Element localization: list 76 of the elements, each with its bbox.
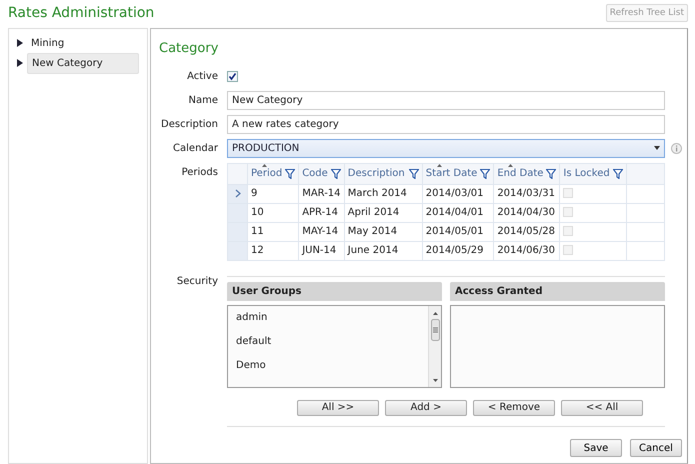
column-header[interactable]: Description	[344, 163, 422, 184]
table-cell: MAR-14	[298, 184, 344, 203]
field-label: Active	[186, 70, 218, 84]
transfer-button[interactable]: < Remove	[473, 400, 555, 416]
field-label: Description	[160, 118, 218, 132]
cancel-button[interactable]: Cancel	[630, 439, 682, 457]
column-header[interactable]: Code	[298, 163, 344, 184]
filter-icon[interactable]	[612, 168, 623, 178]
list-item[interactable]: Demo	[236, 358, 420, 382]
column-header[interactable]: Start Date	[422, 163, 494, 184]
list-header: Access Granted	[450, 282, 665, 300]
table-cell: 2014/05/28	[494, 222, 560, 241]
locked-checkbox[interactable]	[563, 245, 574, 256]
field-label: Security	[176, 276, 218, 288]
table-cell: 2014/06/30	[494, 241, 560, 260]
list-item[interactable]: default	[236, 334, 420, 358]
locked-checkbox[interactable]	[563, 226, 574, 236]
list-item[interactable]: admin	[236, 310, 420, 334]
scrollbar[interactable]	[428, 306, 441, 386]
locked-checkbox[interactable]	[563, 207, 574, 218]
table-cell: 2014/04/30	[494, 203, 560, 222]
sort-caret-icon	[508, 164, 514, 166]
filter-icon[interactable]	[480, 168, 490, 178]
description-field[interactable]: A new rates category	[227, 114, 665, 134]
table-cell: APR-14	[298, 203, 344, 222]
locked-checkbox[interactable]	[563, 188, 574, 198]
row-header[interactable]	[228, 184, 248, 203]
table-cell: April 2014	[344, 203, 422, 222]
table-cell: 2014/03/01	[422, 184, 494, 203]
column-header[interactable]: End Date	[494, 163, 560, 184]
window-title: Rates Administration	[8, 4, 154, 22]
table-cell: 12	[248, 241, 299, 260]
list-box[interactable]: admin default Demo	[227, 304, 442, 388]
filter-icon[interactable]	[330, 168, 341, 178]
filter-icon[interactable]	[546, 168, 556, 178]
field-label: Periods	[180, 166, 218, 180]
table-cell: June 2014	[344, 241, 422, 260]
calendar-dropdown[interactable]: PRODUCTION	[227, 138, 665, 158]
table-cell: May 2014	[344, 222, 422, 241]
active-checkbox[interactable]	[227, 70, 238, 82]
save-button[interactable]: Save	[570, 439, 622, 457]
transfer-button[interactable]: Add >	[385, 400, 467, 416]
sort-caret-icon	[436, 164, 442, 166]
table-cell: 9	[248, 184, 299, 203]
table-cell: March 2014	[344, 184, 422, 203]
field-label: Calendar	[172, 142, 218, 156]
filter-icon[interactable]	[408, 168, 419, 178]
list-header: User Groups	[227, 282, 442, 300]
tree-item[interactable]: Mining	[27, 34, 139, 52]
column-header[interactable]: Is Locked	[560, 163, 626, 184]
filter-icon[interactable]	[285, 168, 296, 178]
table-cell: 2014/04/01	[422, 203, 494, 222]
table-cell: JUN-14	[298, 241, 344, 260]
expand-arrow-icon[interactable]	[17, 59, 23, 67]
info-icon[interactable]	[671, 142, 682, 154]
name-field[interactable]: New Category	[227, 90, 665, 110]
tree-item[interactable]: New Category	[27, 52, 139, 74]
table-cell: 11	[248, 222, 299, 241]
transfer-button[interactable]: << All	[561, 400, 643, 416]
sort-caret-icon	[262, 164, 267, 166]
expand-arrow-icon[interactable]	[17, 39, 23, 47]
scroll-thumb[interactable]	[430, 318, 440, 340]
form-title: Category	[159, 40, 220, 58]
scroll-up-icon[interactable]	[432, 312, 438, 314]
scroll-down-icon[interactable]	[432, 378, 438, 382]
current-row-icon	[234, 188, 240, 198]
table-cell: 2014/05/01	[422, 222, 494, 241]
table-cell: 10	[248, 203, 299, 222]
column-header[interactable]: Period	[248, 163, 299, 184]
list-box[interactable]	[450, 304, 665, 388]
table-cell: 2014/05/29	[422, 241, 494, 260]
table-cell: MAY-14	[298, 222, 344, 241]
transfer-button[interactable]: All >>	[297, 400, 379, 416]
caret-icon	[654, 146, 660, 150]
field-label: Name	[187, 94, 218, 108]
table-cell: 2014/03/31	[494, 184, 560, 203]
